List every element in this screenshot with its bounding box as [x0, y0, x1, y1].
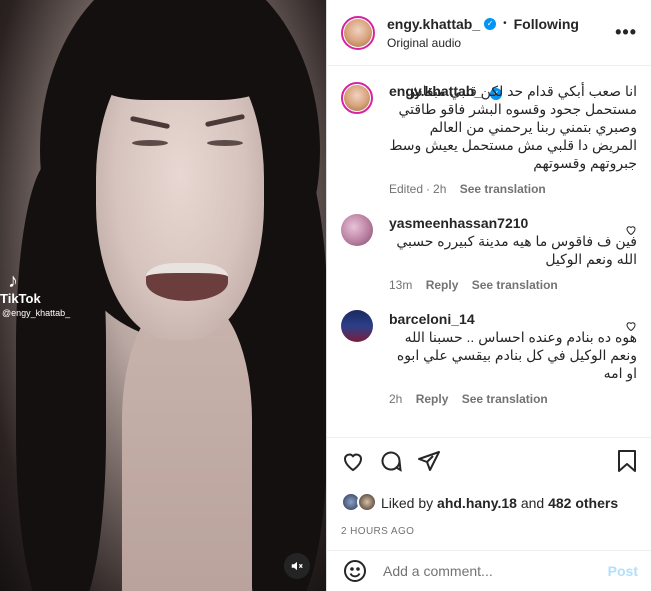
commenter-username[interactable]: yasmeenhassan7210 [389, 214, 637, 232]
commenter-avatar[interactable] [341, 310, 373, 342]
caption-time[interactable]: 2h [433, 182, 446, 196]
see-translation-link[interactable]: See translation [460, 182, 546, 196]
add-comment-bar: Post [327, 550, 651, 591]
eye-shape [207, 140, 243, 146]
post-header: engy.khattab_ ✓ • Following Original aud… [327, 0, 651, 66]
post-actions: Liked by ahd.hany.18 and 482 others 2 HO… [327, 437, 651, 537]
mouth-shape [146, 263, 228, 301]
post-media[interactable]: ♪ TikTok @engy_khattab_ [0, 0, 326, 591]
heart-icon[interactable] [625, 224, 637, 236]
comment-input[interactable] [383, 563, 608, 579]
likes-prefix: Liked by [381, 495, 434, 511]
audio-label[interactable]: Original audio [387, 36, 615, 50]
caption-edited: Edited [389, 182, 424, 196]
eye-shape [132, 140, 168, 146]
reply-button[interactable]: Reply [426, 278, 459, 292]
author-username[interactable]: engy.khattab_ [387, 16, 480, 32]
heart-icon[interactable] [625, 320, 637, 332]
separator-dot: • [503, 18, 507, 29]
tiktok-brand: TikTok [0, 291, 41, 306]
author-avatar-small[interactable] [341, 82, 373, 114]
comment-icon[interactable] [379, 449, 403, 473]
comment-text: فين ف فاقوس ما هيه مدينة كبيرره حسبي الل… [396, 233, 637, 267]
speaker-muted-icon [291, 561, 303, 571]
tiktok-watermark: ♪ TikTok @engy_khattab_ [0, 270, 70, 318]
verified-badge-icon: ✓ [484, 17, 497, 30]
hair-shape [16, 160, 106, 591]
comment-time[interactable]: 2h [389, 392, 402, 406]
likes-user[interactable]: ahd.hany.18 [437, 495, 517, 511]
more-horizontal-icon: ••• [615, 22, 637, 42]
caption: engy.khattab_ ✓ انا صعب أبكي قدام حد لكن… [341, 82, 637, 198]
bangs-shape [90, 20, 275, 100]
tiktok-handle: @engy_khattab_ [2, 308, 71, 318]
commenter-avatar[interactable] [341, 214, 373, 246]
likes-others[interactable]: 482 others [548, 495, 618, 511]
see-translation-link[interactable]: See translation [472, 278, 558, 292]
emoji-icon[interactable] [343, 559, 367, 583]
reply-button[interactable]: Reply [416, 392, 449, 406]
comment-item: yasmeenhassan7210 فين ف فاقوس ما هيه مدي… [341, 214, 637, 294]
comment-time[interactable]: 13m [389, 278, 412, 292]
mute-button[interactable] [284, 553, 310, 579]
post-button[interactable]: Post [608, 563, 638, 579]
following-button[interactable]: Following [514, 16, 579, 32]
post-timestamp: 2 HOURS AGO [341, 526, 415, 537]
caption-dot: · [426, 182, 431, 196]
post-sidebar: engy.khattab_ ✓ • Following Original aud… [326, 0, 651, 591]
likes-summary[interactable]: Liked by ahd.hany.18 and 482 others [341, 492, 638, 514]
liker-avatars [341, 492, 381, 514]
comments-list[interactable]: engy.khattab_ ✓ انا صعب أبكي قدام حد لكن… [327, 66, 651, 437]
see-translation-link[interactable]: See translation [462, 392, 548, 406]
more-options-button[interactable]: ••• [615, 22, 637, 43]
caption-text: انا صعب أبكي قدام حد لكن قلبي مبقاش مستح… [389, 83, 637, 171]
heart-icon[interactable] [341, 449, 365, 473]
comment-text: هوه ده بنادم وعنده احساس .. حسبنا الله و… [396, 329, 637, 381]
comment-item: barceloni_14 هوه ده بنادم وعنده احساس ..… [341, 310, 637, 408]
commenter-username[interactable]: barceloni_14 [389, 310, 637, 328]
author-avatar[interactable] [341, 15, 375, 50]
tiktok-logo-icon: ♪ [8, 270, 18, 292]
bookmark-icon[interactable] [616, 449, 638, 473]
neck-shape [122, 300, 252, 591]
share-icon[interactable] [417, 449, 441, 473]
likes-connector: and [520, 495, 545, 511]
